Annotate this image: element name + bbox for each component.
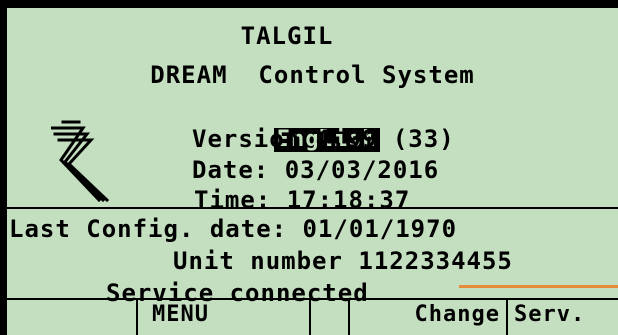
date-text: Date: 03/03/2016	[192, 156, 440, 184]
talgil-logo-icon	[51, 120, 110, 203]
version-text: Version 4.99 (33)	[192, 125, 455, 153]
app-title: TALGIL	[240, 22, 334, 50]
time-text: Time: 17:18:37	[194, 186, 411, 214]
menu-softkey[interactable]: MENU	[138, 300, 311, 335]
softkey-bar: MENU Change Serv.	[7, 300, 618, 335]
divider	[7, 207, 618, 209]
softkey-1[interactable]	[7, 300, 138, 335]
system-subtitle: DREAM Control System	[150, 61, 475, 89]
unit-number: Unit number 1122334455	[173, 247, 513, 275]
status-indicator-line	[459, 285, 618, 288]
change-softkey[interactable]: Change	[350, 300, 508, 335]
language-selector[interactable]: English	[212, 93, 380, 152]
last-config-date: Last Config. date: 01/01/1970	[9, 215, 458, 243]
service-softkey[interactable]: Serv.	[508, 300, 618, 335]
lcd-screen: TALGIL DREAM Control System English Vers…	[0, 0, 618, 335]
softkey-3[interactable]	[311, 300, 350, 335]
